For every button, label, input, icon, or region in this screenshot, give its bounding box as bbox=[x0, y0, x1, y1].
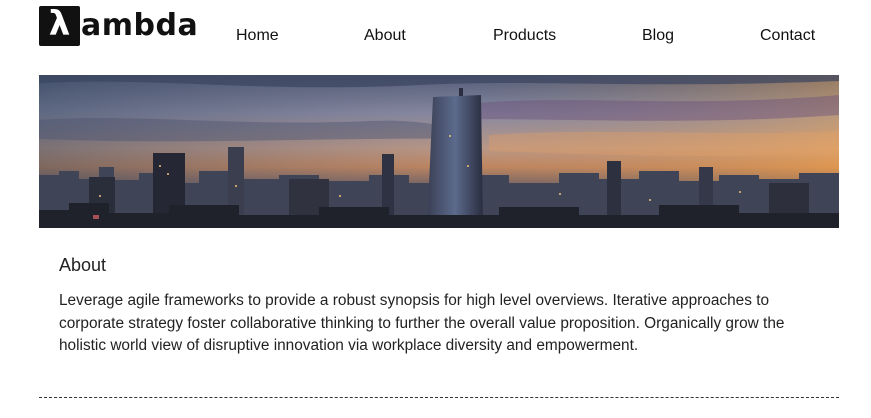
nav-blog[interactable]: Blog bbox=[642, 6, 674, 46]
hero-banner-image bbox=[39, 75, 839, 228]
page: λ ambda Home About Products Blog Contact bbox=[0, 0, 871, 418]
about-heading: About bbox=[59, 255, 107, 275]
logo-link[interactable]: λ ambda bbox=[39, 4, 199, 46]
site-header: λ ambda Home About Products Blog Contact bbox=[39, 4, 839, 46]
logo-mark: λ bbox=[48, 4, 71, 44]
logo-text: ambda bbox=[81, 8, 199, 43]
lambda-logo-icon: λ bbox=[39, 4, 80, 46]
section-divider bbox=[39, 397, 839, 398]
nav-about[interactable]: About bbox=[364, 6, 406, 46]
about-paragraph: Leverage agile frameworks to provide a r… bbox=[59, 292, 785, 354]
nav-home[interactable]: Home bbox=[236, 6, 279, 46]
nav-products[interactable]: Products bbox=[493, 6, 556, 46]
nav-contact[interactable]: Contact bbox=[760, 6, 815, 46]
city-skyline-image bbox=[39, 75, 839, 228]
